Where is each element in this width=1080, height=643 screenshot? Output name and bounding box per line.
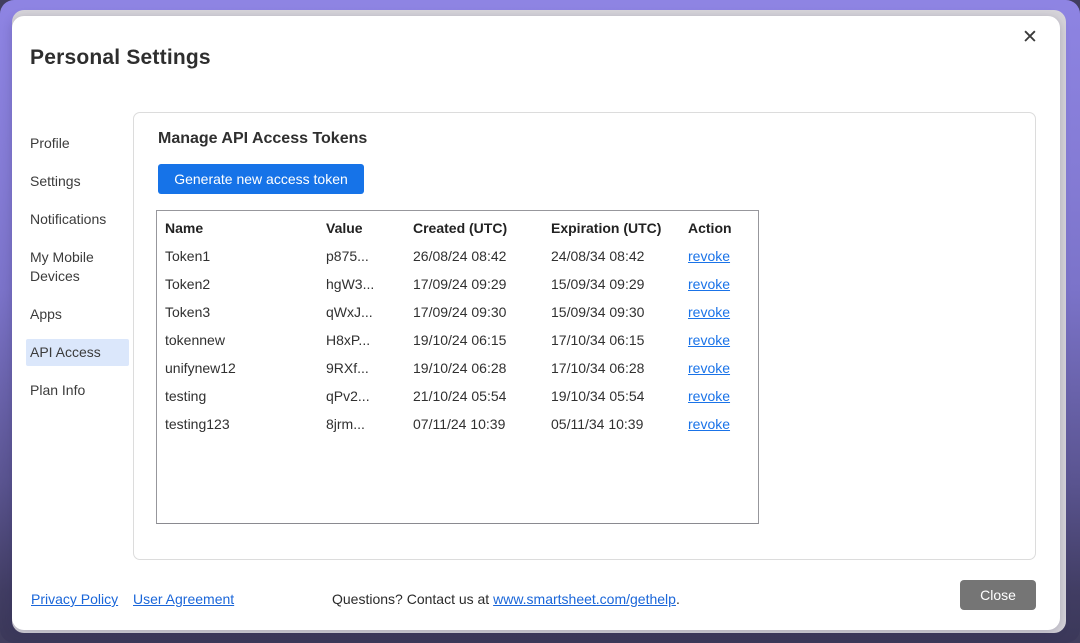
sidebar-item-notifications[interactable]: Notifications: [26, 206, 129, 233]
token-name: Token3: [157, 298, 318, 326]
col-header-created: Created (UTC): [405, 211, 543, 242]
gethelp-link[interactable]: www.smartsheet.com/gethelp: [493, 591, 676, 607]
revoke-link[interactable]: revoke: [688, 304, 730, 320]
token-created: 26/08/24 08:42: [405, 242, 543, 270]
sidebar-item-api-access[interactable]: API Access: [26, 339, 129, 366]
personal-settings-dialog: Personal Settings ✕ Profile Settings Not…: [12, 16, 1060, 630]
revoke-link[interactable]: revoke: [688, 248, 730, 264]
token-table-container: Name Value Created (UTC) Expiration (UTC…: [156, 210, 759, 524]
token-value: 9RXf...: [318, 354, 405, 382]
token-value: 8jrm...: [318, 410, 405, 438]
col-header-name: Name: [157, 211, 318, 242]
token-name: tokennew: [157, 326, 318, 354]
token-name: unifynew12: [157, 354, 318, 382]
contact-prefix: Questions? Contact us at: [332, 591, 493, 607]
token-value: p875...: [318, 242, 405, 270]
dialog-title: Personal Settings: [30, 46, 211, 70]
col-header-expiration: Expiration (UTC): [543, 211, 680, 242]
token-table: Name Value Created (UTC) Expiration (UTC…: [157, 211, 759, 438]
close-icon[interactable]: ✕: [1018, 26, 1042, 50]
table-row: testing qPv2... 21/10/24 05:54 19/10/34 …: [157, 382, 759, 410]
table-row: tokennew H8xP... 19/10/24 06:15 17/10/34…: [157, 326, 759, 354]
close-button[interactable]: Close: [960, 580, 1036, 610]
api-access-panel: Manage API Access Tokens Generate new ac…: [133, 112, 1036, 560]
token-value: hgW3...: [318, 270, 405, 298]
settings-sidebar: Profile Settings Notifications My Mobile…: [26, 130, 129, 415]
contact-line: Questions? Contact us at www.smartsheet.…: [332, 591, 680, 607]
revoke-link[interactable]: revoke: [688, 360, 730, 376]
token-created: 19/10/24 06:15: [405, 326, 543, 354]
table-row: testing123 8jrm... 07/11/24 10:39 05/11/…: [157, 410, 759, 438]
table-header-row: Name Value Created (UTC) Expiration (UTC…: [157, 211, 759, 242]
token-name: Token2: [157, 270, 318, 298]
sidebar-item-settings[interactable]: Settings: [26, 168, 129, 195]
token-name: testing123: [157, 410, 318, 438]
contact-suffix: .: [676, 591, 680, 607]
user-agreement-link[interactable]: User Agreement: [133, 591, 234, 607]
col-header-value: Value: [318, 211, 405, 242]
sidebar-item-my-mobile-devices[interactable]: My Mobile Devices: [26, 244, 129, 290]
token-name: testing: [157, 382, 318, 410]
col-header-action: Action: [680, 211, 759, 242]
token-expiration: 24/08/34 08:42: [543, 242, 680, 270]
revoke-link[interactable]: revoke: [688, 416, 730, 432]
token-value: qPv2...: [318, 382, 405, 410]
privacy-policy-link[interactable]: Privacy Policy: [31, 591, 118, 607]
token-created: 17/09/24 09:30: [405, 298, 543, 326]
revoke-link[interactable]: revoke: [688, 388, 730, 404]
token-expiration: 15/09/34 09:30: [543, 298, 680, 326]
table-row: unifynew12 9RXf... 19/10/24 06:28 17/10/…: [157, 354, 759, 382]
token-created: 07/11/24 10:39: [405, 410, 543, 438]
token-created: 21/10/24 05:54: [405, 382, 543, 410]
token-expiration: 17/10/34 06:15: [543, 326, 680, 354]
table-row: Token3 qWxJ... 17/09/24 09:30 15/09/34 0…: [157, 298, 759, 326]
token-created: 17/09/24 09:29: [405, 270, 543, 298]
panel-heading: Manage API Access Tokens: [158, 130, 367, 148]
table-row: Token2 hgW3... 17/09/24 09:29 15/09/34 0…: [157, 270, 759, 298]
token-value: qWxJ...: [318, 298, 405, 326]
sidebar-item-profile[interactable]: Profile: [26, 130, 129, 157]
table-row: Token1 p875... 26/08/24 08:42 24/08/34 0…: [157, 242, 759, 270]
revoke-link[interactable]: revoke: [688, 276, 730, 292]
token-name: Token1: [157, 242, 318, 270]
token-created: 19/10/24 06:28: [405, 354, 543, 382]
token-expiration: 15/09/34 09:29: [543, 270, 680, 298]
token-expiration: 19/10/34 05:54: [543, 382, 680, 410]
token-expiration: 05/11/34 10:39: [543, 410, 680, 438]
revoke-link[interactable]: revoke: [688, 332, 730, 348]
window-frame: Personal Settings ✕ Profile Settings Not…: [0, 0, 1080, 643]
sidebar-item-plan-info[interactable]: Plan Info: [26, 377, 129, 404]
sidebar-item-apps[interactable]: Apps: [26, 301, 129, 328]
token-value: H8xP...: [318, 326, 405, 354]
token-expiration: 17/10/34 06:28: [543, 354, 680, 382]
generate-token-button[interactable]: Generate new access token: [158, 164, 364, 194]
